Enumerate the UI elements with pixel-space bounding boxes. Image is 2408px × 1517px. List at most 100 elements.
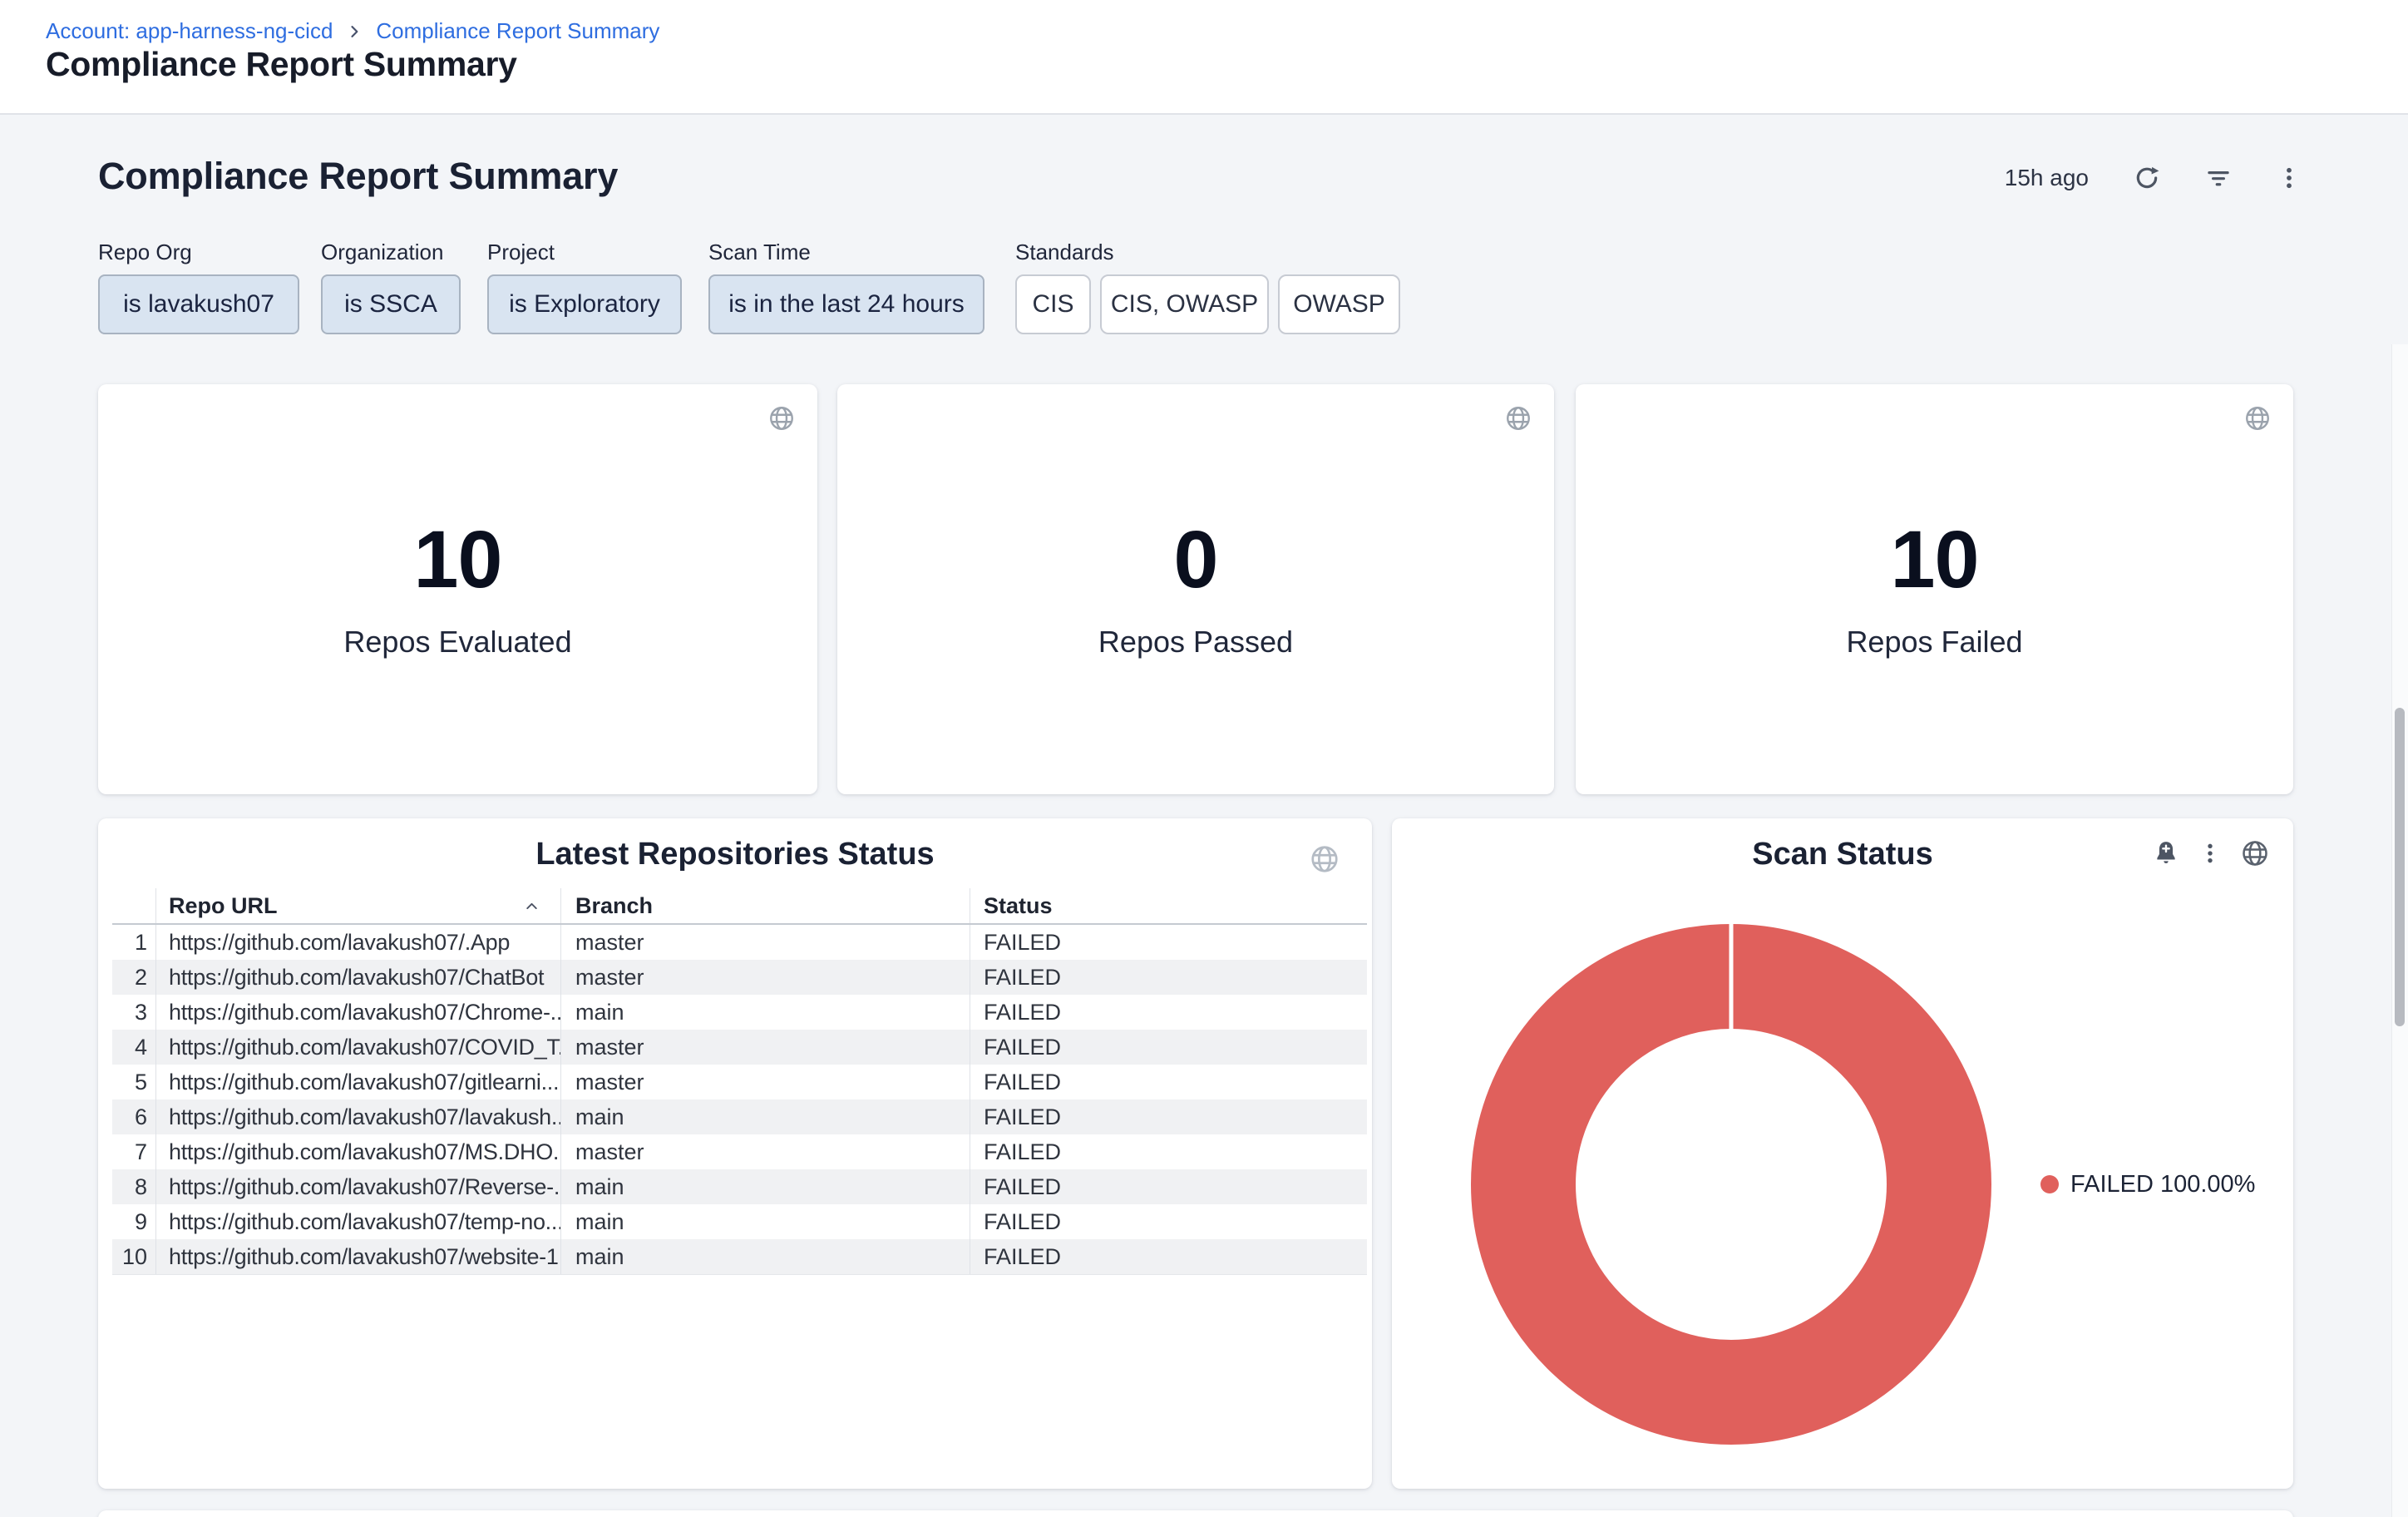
table-row[interactable]: 7https://github.com/lavakush07/MS.DHO...… [112, 1134, 1367, 1169]
table-row[interactable]: 9https://github.com/lavakush07/temp-no..… [112, 1204, 1367, 1239]
filter-chip-standard-owasp[interactable]: OWASP [1278, 274, 1400, 334]
scan-card-toolbar [2152, 838, 2270, 868]
filter-scan-time: Scan Time is in the last 24 hours [708, 240, 984, 334]
metric-label: Repos Passed [1098, 625, 1293, 660]
status-cell: FAILED [970, 1030, 1367, 1065]
legend-dot [2040, 1175, 2059, 1193]
breadcrumb-chevron-icon [346, 23, 363, 40]
globe-icon[interactable] [767, 404, 796, 432]
filter-label: Scan Time [708, 240, 984, 264]
filter-organization: Organization is SSCA [321, 240, 461, 334]
column-header-repo-url[interactable]: Repo URL [156, 888, 561, 923]
repo-url-cell[interactable]: https://github.com/lavakush07/ChatBot [156, 960, 561, 995]
table-row[interactable]: 8https://github.com/lavakush07/Reverse-.… [112, 1169, 1367, 1204]
app-header: Account: app-harness-ng-cicd Compliance … [0, 0, 2408, 115]
globe-icon[interactable] [2243, 404, 2272, 432]
sort-ascending-icon[interactable] [523, 897, 540, 915]
scrollbar-track[interactable] [2391, 344, 2408, 1517]
dashboard-toolbar: 15h ago [2005, 165, 2302, 191]
legend-item-failed[interactable]: FAILED 100.00% [2040, 1173, 2255, 1196]
column-header-status[interactable]: Status [970, 888, 1367, 923]
last-refresh-label: 15h ago [2005, 165, 2089, 191]
next-card-partial [98, 1510, 2293, 1517]
status-cell: FAILED [970, 1239, 1367, 1274]
table-body: 1https://github.com/lavakush07/.Appmaste… [112, 925, 1367, 1275]
branch-cell: main [561, 1239, 970, 1274]
repo-url-cell[interactable]: https://github.com/lavakush07/gitlearni.… [156, 1065, 561, 1099]
repo-url-cell[interactable]: https://github.com/lavakush07/.App [156, 925, 561, 960]
scrollbar-thumb[interactable] [2395, 708, 2405, 1026]
status-cell: FAILED [970, 1099, 1367, 1134]
scan-status-donut-chart[interactable] [1457, 910, 2006, 1459]
repo-url-cell[interactable]: https://github.com/lavakush07/COVID_T... [156, 1030, 561, 1065]
status-cell: FAILED [970, 995, 1367, 1030]
branch-cell: master [561, 1065, 970, 1099]
row-number: 3 [112, 995, 156, 1030]
repo-url-cell[interactable]: https://github.com/lavakush07/Reverse-..… [156, 1169, 561, 1204]
branch-cell: master [561, 960, 970, 995]
table-row[interactable]: 1https://github.com/lavakush07/.Appmaste… [112, 925, 1367, 960]
table-row[interactable]: 6https://github.com/lavakush07/lavakush.… [112, 1099, 1367, 1134]
globe-icon[interactable] [1309, 843, 1340, 875]
kebab-menu-icon[interactable] [2277, 166, 2302, 190]
filter-chip-standard-cis[interactable]: CIS [1015, 274, 1091, 334]
filter-chip-scan-time[interactable]: is in the last 24 hours [708, 274, 984, 334]
repo-url-cell[interactable]: https://github.com/lavakush07/temp-no... [156, 1204, 561, 1239]
bell-plus-icon[interactable] [2152, 839, 2180, 867]
row-number: 7 [112, 1134, 156, 1169]
scan-status-card: Scan Status [1392, 818, 2293, 1489]
filter-chip-standard-cis-owasp[interactable]: CIS, OWASP [1100, 274, 1269, 334]
globe-icon[interactable] [1504, 404, 1532, 432]
repo-url-cell[interactable]: https://github.com/lavakush07/website-1 [156, 1239, 561, 1274]
branch-cell: main [561, 1099, 970, 1134]
kebab-menu-icon[interactable] [2198, 842, 2222, 865]
row-number: 8 [112, 1169, 156, 1204]
row-number: 2 [112, 960, 156, 995]
table-row[interactable]: 4https://github.com/lavakush07/COVID_T..… [112, 1030, 1367, 1065]
row-number: 5 [112, 1065, 156, 1099]
column-header-branch[interactable]: Branch [561, 888, 970, 923]
dashboard-title: Compliance Report Summary [98, 155, 618, 198]
table-row[interactable]: 2https://github.com/lavakush07/ChatBotma… [112, 960, 1367, 995]
globe-icon[interactable] [2240, 838, 2270, 868]
status-cell: FAILED [970, 1204, 1367, 1239]
branch-cell: master [561, 1030, 970, 1065]
filter-icon[interactable] [2205, 165, 2232, 191]
latest-repositories-card: Latest Repositories Status Repo URL Bran… [98, 818, 1372, 1489]
repo-url-cell[interactable]: https://github.com/lavakush07/Chrome-... [156, 995, 561, 1030]
status-cell: FAILED [970, 925, 1367, 960]
status-cell: FAILED [970, 1169, 1367, 1204]
filter-chip-repo-org[interactable]: is lavakush07 [98, 274, 299, 334]
breadcrumb-current-link[interactable]: Compliance Report Summary [376, 18, 659, 44]
row-number: 6 [112, 1099, 156, 1134]
table-row[interactable]: 10https://github.com/lavakush07/website-… [112, 1239, 1367, 1274]
row-number: 4 [112, 1030, 156, 1065]
repo-url-cell[interactable]: https://github.com/lavakush07/MS.DHO... [156, 1134, 561, 1169]
filter-standards: Standards CIS CIS, OWASP OWASP [1015, 240, 1400, 334]
branch-cell: main [561, 1169, 970, 1204]
repo-table: Repo URL Branch Status 1https://github.c… [112, 888, 1367, 1275]
filter-label: Standards [1015, 240, 1400, 264]
filter-label: Organization [321, 240, 461, 264]
filter-chip-project[interactable]: is Exploratory [487, 274, 682, 334]
branch-cell: master [561, 1134, 970, 1169]
table-header-row: Repo URL Branch Status [112, 888, 1367, 925]
branch-cell: main [561, 995, 970, 1030]
breadcrumb-account-link[interactable]: Account: app-harness-ng-cicd [46, 18, 333, 44]
metric-label: Repos Failed [1846, 625, 2022, 660]
metric-value: 10 [1891, 519, 1979, 600]
filter-project: Project is Exploratory [487, 240, 682, 334]
repo-table-title: Latest Repositories Status [98, 837, 1372, 872]
filter-chip-organization[interactable]: is SSCA [321, 274, 461, 334]
repo-url-cell[interactable]: https://github.com/lavakush07/lavakush..… [156, 1099, 561, 1134]
table-row[interactable]: 3https://github.com/lavakush07/Chrome-..… [112, 995, 1367, 1030]
filter-label: Project [487, 240, 682, 264]
row-number: 1 [112, 925, 156, 960]
page-title: Compliance Report Summary [46, 45, 517, 84]
refresh-icon[interactable] [2134, 165, 2160, 191]
status-cell: FAILED [970, 1065, 1367, 1099]
metric-label: Repos Evaluated [343, 625, 571, 660]
metric-card-repos-evaluated: 10 Repos Evaluated [98, 384, 817, 794]
row-number: 9 [112, 1204, 156, 1239]
table-row[interactable]: 5https://github.com/lavakush07/gitlearni… [112, 1065, 1367, 1099]
